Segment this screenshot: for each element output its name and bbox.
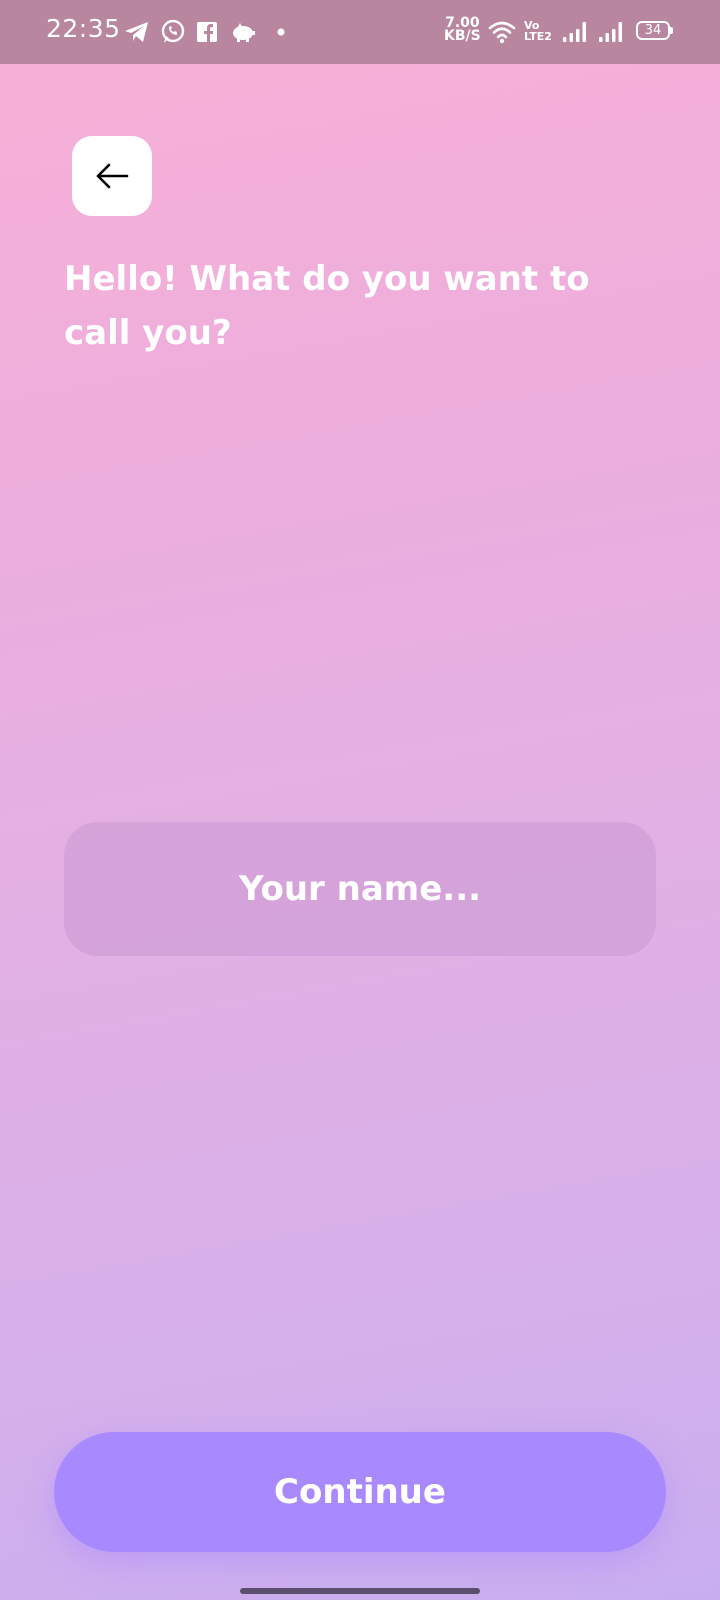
back-button[interactable]: [72, 136, 152, 216]
arrow-left-icon: [95, 162, 129, 190]
wifi-icon: [488, 18, 516, 46]
facebook-icon: [196, 18, 218, 46]
continue-button[interactable]: Continue: [54, 1432, 666, 1552]
name-input[interactable]: [64, 822, 656, 956]
home-indicator[interactable]: [240, 1588, 480, 1594]
whatsapp-icon: [160, 18, 186, 46]
status-time: 22:35: [46, 14, 121, 43]
page-title: Hello! What do you want to call you?: [64, 259, 590, 353]
name-field-container: [64, 822, 656, 956]
signal-icon-2: [598, 18, 624, 46]
volte-indicator: Vo LTE2: [524, 20, 552, 42]
network-speed: 7.00 KB/S: [444, 16, 481, 44]
volte-bottom: LTE2: [524, 30, 552, 43]
network-speed-unit: KB/S: [444, 28, 481, 44]
battery-indicator: 34: [636, 21, 673, 40]
piggy-bank-icon: [230, 18, 256, 46]
signal-icon: [562, 18, 588, 46]
dot-icon: [276, 18, 286, 46]
status-bar: 22:35 7.00 KB/S Vo LTE2 34: [0, 0, 720, 64]
telegram-icon: [124, 18, 150, 46]
